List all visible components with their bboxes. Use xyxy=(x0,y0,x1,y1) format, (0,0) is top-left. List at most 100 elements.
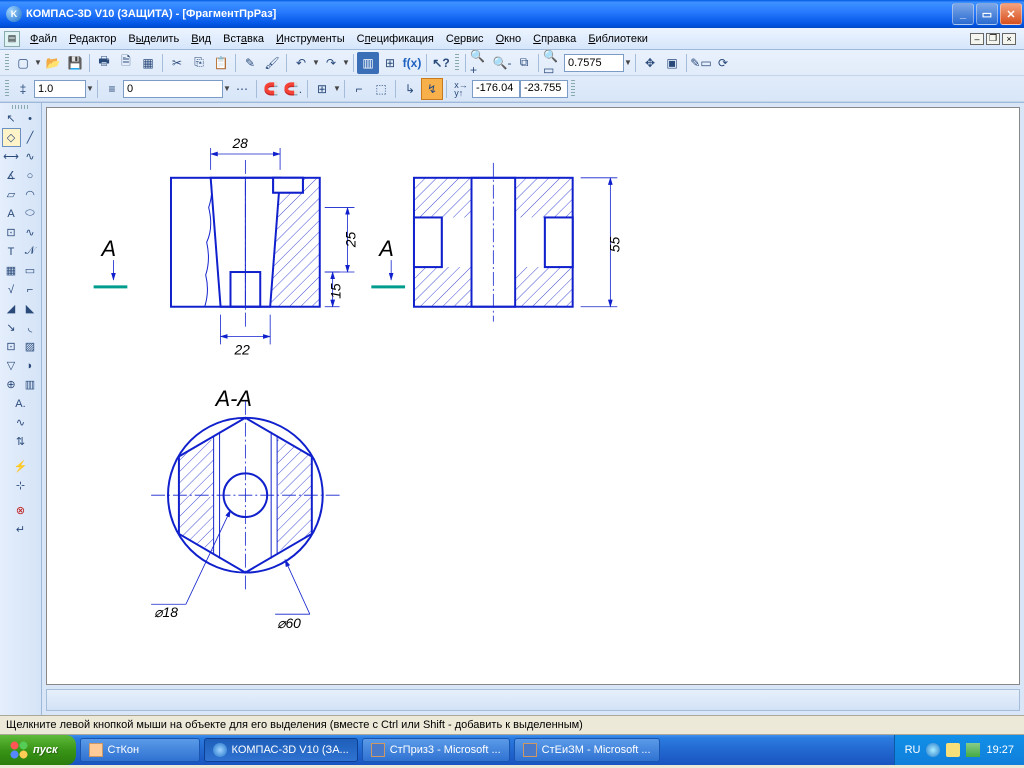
snap-global-button[interactable]: 🧲. xyxy=(282,78,304,100)
menu-editor[interactable]: Редактор xyxy=(63,31,122,47)
new-dropdown[interactable]: ▼ xyxy=(34,58,42,67)
task-folder[interactable]: СтКон xyxy=(80,738,200,762)
grid-button[interactable]: ⊞ xyxy=(311,78,333,100)
tool-dimensions[interactable]: ⟷ xyxy=(2,147,21,166)
tool-tolerance[interactable]: ⊡ xyxy=(2,337,21,356)
tool-table[interactable]: ▦ xyxy=(2,261,21,280)
undo-button[interactable]: ↶ xyxy=(290,52,312,74)
print-button[interactable]: 🖶 xyxy=(93,52,115,74)
refresh-button[interactable]: ⟳ xyxy=(712,52,734,74)
tool-base[interactable]: ◢ xyxy=(2,299,21,318)
tool-stop[interactable]: ⊗ xyxy=(11,501,30,520)
tool-apply[interactable]: ↵ xyxy=(11,520,30,539)
grip[interactable] xyxy=(455,54,459,72)
window-minimize-button[interactable]: _ xyxy=(952,3,974,25)
tool-circle[interactable]: ○ xyxy=(21,166,40,185)
cut-button[interactable]: ✂ xyxy=(166,52,188,74)
layer-input[interactable] xyxy=(123,80,223,98)
tool-param[interactable]: A xyxy=(2,204,21,223)
tray-icon[interactable] xyxy=(926,743,940,757)
tool-break[interactable]: ⚡ xyxy=(11,457,30,476)
menu-view[interactable]: Вид xyxy=(185,31,217,47)
tool-offset[interactable]: ◗ xyxy=(21,356,40,375)
local-cs-button[interactable]: ↳ xyxy=(399,78,421,100)
menu-service[interactable]: Сервис xyxy=(440,31,490,47)
tool-measure[interactable]: ⊡ xyxy=(2,223,21,242)
menu-window[interactable]: Окно xyxy=(490,31,528,47)
copy-button[interactable]: ⎘ xyxy=(188,52,210,74)
tool-point[interactable]: • xyxy=(21,109,40,128)
tool-roughness[interactable]: √ xyxy=(2,280,21,299)
layer-mgr-button[interactable]: ⋯ xyxy=(231,78,253,100)
menu-select[interactable]: Выделить xyxy=(122,31,185,47)
tool-polyline[interactable]: ⌐ xyxy=(21,280,40,299)
step-input[interactable] xyxy=(34,80,86,98)
tool-text[interactable]: T xyxy=(2,242,21,261)
doc-icon[interactable]: ▤ xyxy=(4,31,20,47)
tool-rect[interactable]: ▭ xyxy=(21,261,40,280)
menu-file[interactable]: Файл xyxy=(24,31,63,47)
zoom-out-button[interactable]: 🔍- xyxy=(491,52,513,74)
redraw-button[interactable]: ✎▭ xyxy=(690,52,712,74)
menu-spec[interactable]: Спецификация xyxy=(351,31,440,47)
pan-button[interactable]: ✥ xyxy=(639,52,661,74)
mdi-minimize-button[interactable]: – xyxy=(970,33,984,45)
start-button[interactable]: пуск xyxy=(0,735,76,765)
cs-mgr-button[interactable]: ↯ xyxy=(421,78,443,100)
tool-wave[interactable]: ∿ xyxy=(11,413,30,432)
menu-libs[interactable]: Библиотеки xyxy=(582,31,654,47)
clock[interactable]: 19:27 xyxy=(986,744,1014,756)
manager-button[interactable]: ▥ xyxy=(357,52,379,74)
help-button[interactable]: ↖? xyxy=(430,52,452,74)
tool-view[interactable]: ⇅ xyxy=(11,432,30,451)
language-indicator[interactable]: RU xyxy=(905,744,921,756)
window-close-button[interactable]: ✕ xyxy=(1000,3,1022,25)
zoom-window-button[interactable]: ⧉ xyxy=(513,52,535,74)
window-maximize-button[interactable]: ▭ xyxy=(976,3,998,25)
tool-geometry[interactable]: ◇ xyxy=(2,128,21,147)
open-button[interactable]: 📂 xyxy=(42,52,64,74)
paste-button[interactable]: 📋 xyxy=(210,52,232,74)
tool-edit[interactable]: ▱ xyxy=(2,185,21,204)
spec-button[interactable]: ▦ xyxy=(137,52,159,74)
preview-button[interactable]: 🗎 xyxy=(115,52,137,74)
zoom-in-button[interactable]: 🔍+ xyxy=(469,52,491,74)
library-button[interactable]: ⊞ xyxy=(379,52,401,74)
menu-help[interactable]: Справка xyxy=(527,31,582,47)
menu-tools[interactable]: Инструменты xyxy=(270,31,351,47)
tool-spline[interactable]: ∿ xyxy=(21,223,40,242)
coord-mode-button[interactable]: x→y↑ xyxy=(450,78,472,100)
task-word1[interactable]: СтПриз3 - Microsoft ... xyxy=(362,738,510,762)
tool-arc[interactable]: ◠ xyxy=(21,185,40,204)
redo-button[interactable]: ↷ xyxy=(320,52,342,74)
tool-chamfer[interactable]: ◣ xyxy=(21,299,40,318)
task-word2[interactable]: СтЕиЗМ - Microsoft ... xyxy=(514,738,660,762)
zoom-input[interactable] xyxy=(564,54,624,72)
snap-toggle-button[interactable]: 🧲 xyxy=(260,78,282,100)
tool-aux[interactable]: ∿ xyxy=(21,147,40,166)
save-button[interactable]: 💾 xyxy=(64,52,86,74)
tool-ellipse[interactable]: ⬭ xyxy=(21,204,40,223)
tool-axis[interactable]: A. xyxy=(11,394,30,413)
brush-button[interactable]: 🖌 xyxy=(261,52,283,74)
drawing-canvas[interactable]: 28 22 25 15 xyxy=(46,107,1020,685)
round-button[interactable]: ⬚ xyxy=(370,78,392,100)
tool-notation[interactable]: ∡ xyxy=(2,166,21,185)
grip[interactable] xyxy=(571,80,575,98)
tool-leader[interactable]: ↘ xyxy=(2,318,21,337)
mdi-restore-button[interactable]: ❐ xyxy=(986,33,1000,45)
tool-select[interactable]: ↖ xyxy=(2,109,21,128)
command-input-strip[interactable] xyxy=(46,689,1020,711)
new-button[interactable]: ▢ xyxy=(12,52,34,74)
grip[interactable] xyxy=(5,54,9,72)
tray-net-icon[interactable] xyxy=(966,743,980,757)
tool-mark[interactable]: ▽ xyxy=(2,356,21,375)
properties-button[interactable]: ✎ xyxy=(239,52,261,74)
tool-hatch[interactable]: ▨ xyxy=(21,337,40,356)
tool-autoaxis[interactable]: ⊹ xyxy=(11,476,30,495)
zoom-all-button[interactable]: ▣ xyxy=(661,52,683,74)
mdi-close-button[interactable]: × xyxy=(1002,33,1016,45)
tray-shield-icon[interactable] xyxy=(946,743,960,757)
grip[interactable] xyxy=(5,80,9,98)
system-tray[interactable]: RU 19:27 xyxy=(894,735,1024,765)
